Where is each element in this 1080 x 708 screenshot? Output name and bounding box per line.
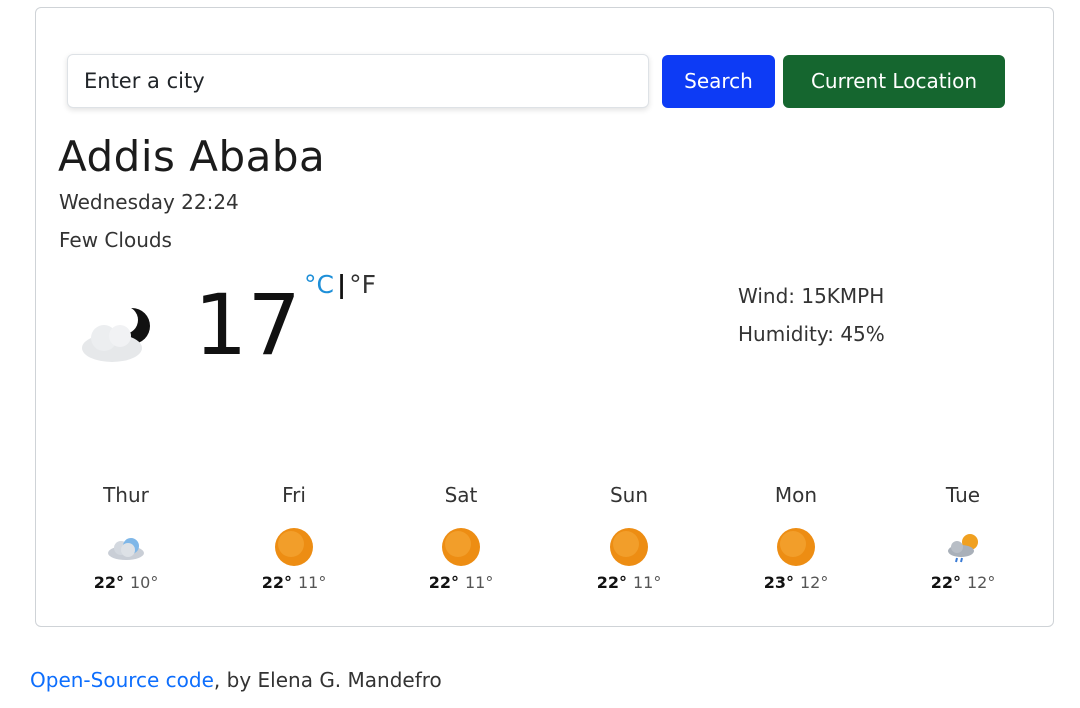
rain-sun-icon <box>941 525 985 569</box>
current-location-button[interactable]: Current Location <box>783 54 1005 108</box>
cloud-icon <box>104 525 148 569</box>
forecast-min-temp: 12° <box>799 573 829 592</box>
unit-switch: °C | °F <box>304 270 376 299</box>
forecast-min-temp: 10° <box>129 573 159 592</box>
forecast-max-temp: 22° <box>93 573 124 592</box>
forecast-day: Sat 22° 11° <box>401 483 521 592</box>
forecast-row: Thur 22° 10° Fri 22° 11° Sat 22° 11° Sun… <box>36 483 1055 613</box>
cloud-night-icon <box>74 298 164 368</box>
footer-byline: , by Elena G. Mandefro <box>213 668 442 692</box>
forecast-min-temp: 11° <box>464 573 494 592</box>
forecast-max-temp: 22° <box>930 573 961 592</box>
forecast-day-name: Sat <box>444 483 478 507</box>
sun-icon <box>439 525 483 569</box>
wind-speed: Wind: 15KMPH <box>738 284 885 308</box>
forecast-day-name: Sun <box>609 483 649 507</box>
humidity: Humidity: 45% <box>738 322 885 346</box>
open-source-link[interactable]: Open-Source code <box>30 668 214 692</box>
forecast-day: Tue 22° 12° <box>903 483 1023 592</box>
weather-card: Search Current Location Addis Ababa Wedn… <box>35 7 1054 627</box>
city-name: Addis Ababa <box>58 132 326 181</box>
fahrenheit-link[interactable]: °F <box>349 270 376 299</box>
forecast-min-temp: 12° <box>966 573 996 592</box>
sun-icon <box>774 525 818 569</box>
celsius-link[interactable]: °C <box>304 270 334 299</box>
forecast-day: Sun 22° 11° <box>569 483 689 592</box>
forecast-max-temp: 22° <box>428 573 459 592</box>
unit-separator: | <box>336 270 347 299</box>
forecast-max-temp: 22° <box>261 573 292 592</box>
sun-icon <box>607 525 651 569</box>
forecast-day: Fri 22° 11° <box>234 483 354 592</box>
city-search-input[interactable] <box>67 54 649 108</box>
forecast-day-name: Thur <box>103 483 149 507</box>
sun-icon <box>272 525 316 569</box>
forecast-day: Thur 22° 10° <box>66 483 186 592</box>
forecast-max-temp: 22° <box>596 573 627 592</box>
current-temperature: 17 <box>194 276 301 374</box>
forecast-day-name: Fri <box>282 483 306 507</box>
date-time: Wednesday 22:24 <box>59 190 239 214</box>
forecast-day-name: Mon <box>774 483 818 507</box>
weather-description: Few Clouds <box>59 228 172 252</box>
search-form: Search Current Location <box>67 54 1005 108</box>
footer: Open-Source code, by Elena G. Mandefro <box>30 668 442 692</box>
forecast-max-temp: 23° <box>763 573 794 592</box>
search-button[interactable]: Search <box>662 54 775 108</box>
forecast-day-name: Tue <box>945 483 981 507</box>
forecast-day: Mon 23° 12° <box>736 483 856 592</box>
forecast-min-temp: 11° <box>297 573 327 592</box>
forecast-min-temp: 11° <box>632 573 662 592</box>
